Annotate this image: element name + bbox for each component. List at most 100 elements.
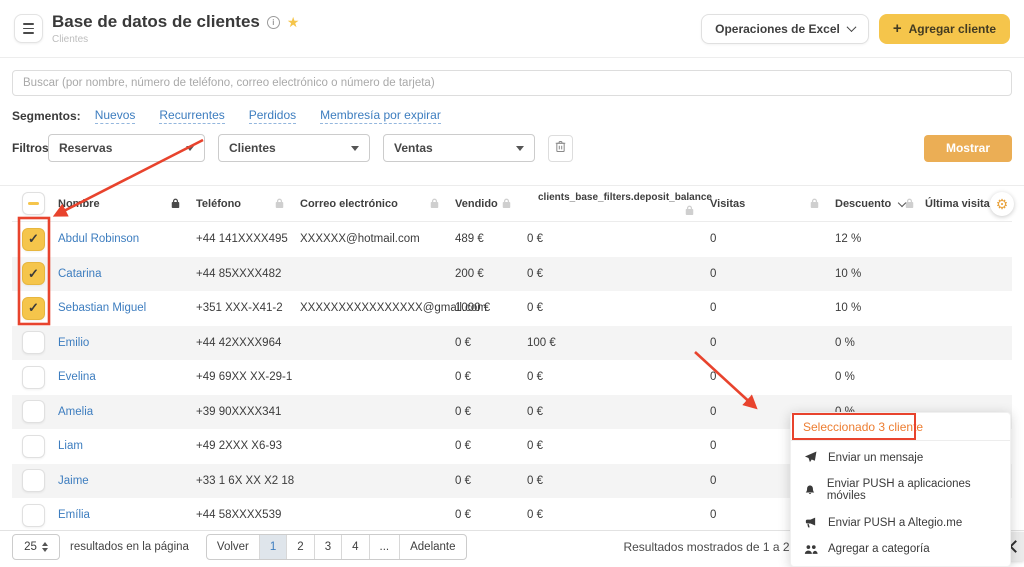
column-header-text: Vendido (455, 198, 498, 210)
client-visits: 0 (710, 233, 835, 245)
row-checkbox[interactable] (22, 297, 45, 320)
client-name-link[interactable]: Sebastian Miguel (58, 302, 146, 314)
row-checkbox[interactable] (22, 435, 45, 458)
table-row-evelina: Evelina+49 69XX XX-29-10 €0 €00 % (12, 360, 1012, 395)
client-sold: 0 € (455, 440, 527, 452)
hamburger-menu-button[interactable] (14, 14, 43, 43)
client-name-link[interactable]: Evelina (58, 371, 96, 383)
segments-label: Segmentos: (12, 109, 81, 123)
client-name-link[interactable]: Emilio (58, 337, 89, 349)
page-button-volver[interactable]: Volver (207, 535, 259, 559)
client-name-link[interactable]: Emília (58, 509, 90, 521)
bell-icon (803, 484, 817, 497)
client-name-link[interactable]: Catarina (58, 268, 101, 280)
client-name-link[interactable]: Abdul Robinson (58, 233, 139, 245)
client-deposit-balance: 0 € (527, 233, 710, 245)
column-header-descuento[interactable]: Descuento (835, 198, 925, 210)
column-header-text: Visitas (710, 198, 745, 210)
column-header-vendido[interactable]: Vendido (455, 198, 527, 210)
client-name-cell: Evelina (58, 371, 196, 383)
column-header-label: Teléfono (196, 198, 241, 210)
select-all-checkbox[interactable] (22, 192, 45, 215)
segment-link-recurrentes[interactable]: Recurrentes (159, 108, 224, 124)
clear-filters-button[interactable] (548, 135, 573, 162)
column-header-text: Teléfono (196, 198, 241, 210)
client-name-link[interactable]: Amelia (58, 406, 93, 418)
page-button-adelante[interactable]: Adelante (399, 535, 465, 559)
filter-dropdown-value: Reservas (59, 141, 112, 155)
show-button[interactable]: Mostrar (924, 135, 1012, 162)
page-button-1[interactable]: 1 (259, 535, 286, 559)
row-checkbox[interactable] (22, 400, 45, 423)
client-phone: +44 141XXXX495 (196, 233, 300, 245)
page-button-3[interactable]: 3 (314, 535, 341, 559)
menu-item-label: Enviar PUSH a aplicaciones móviles (827, 478, 998, 502)
client-phone: +44 58XXXX539 (196, 509, 300, 521)
client-name-cell: Amelia (58, 406, 196, 418)
segment-link-membres-a-por-expirar[interactable]: Membresía por expirar (320, 108, 441, 124)
page-button-2[interactable]: 2 (286, 535, 313, 559)
lock-icon (430, 198, 439, 209)
client-name-link[interactable]: Jaime (58, 475, 89, 487)
client-visits: 0 (710, 268, 835, 280)
row-checkbox[interactable] (22, 228, 45, 251)
column-header-tel-fono[interactable]: Teléfono (196, 198, 300, 210)
row-checkbox[interactable] (22, 262, 45, 285)
filter-dropdown-ventas[interactable]: Ventas (383, 134, 535, 162)
client-email: XXXXXX@hotmail.com (300, 233, 455, 245)
filter-dropdown-reservas[interactable]: Reservas (48, 134, 205, 162)
client-sold: 0 € (455, 371, 527, 383)
excel-operations-button[interactable]: Operaciones de Excel (701, 14, 869, 44)
menu-item-enviar-push-a-altegio-me[interactable]: Enviar PUSH a Altegio.me (791, 509, 1010, 536)
client-phone: +49 2XXX X6-93 (196, 440, 300, 452)
lock-icon (171, 198, 180, 209)
select-arrows-icon (42, 542, 48, 552)
column-header-correo-electr-nico[interactable]: Correo electrónico (300, 198, 455, 210)
column-header-text: Nombre (58, 198, 100, 210)
checkmark-icon (28, 301, 39, 315)
page-button-4[interactable]: 4 (341, 535, 368, 559)
pagination: Volver1234...Adelante (206, 534, 467, 560)
row-checkbox-cell (12, 366, 58, 389)
row-checkbox[interactable] (22, 331, 45, 354)
segment-link-perdidos[interactable]: Perdidos (249, 108, 296, 124)
filter-dropdown-value: Clientes (229, 141, 276, 155)
info-icon[interactable] (267, 16, 280, 29)
per-page-select[interactable]: 25 (12, 534, 60, 560)
row-checkbox[interactable] (22, 469, 45, 492)
client-name-cell: Emilio (58, 337, 196, 349)
column-header-label: Visitas (710, 198, 745, 210)
column-header-label: Última visita (925, 198, 990, 210)
favorite-star-icon[interactable] (287, 15, 300, 29)
column-header-clients-base-filters-deposit-balance[interactable]: clients_base_filters.deposit_balance (527, 192, 710, 216)
page-button-[interactable]: ... (369, 535, 400, 559)
client-name-cell: Liam (58, 440, 196, 452)
table-header-row: Nombre Teléfono Correo electrónicoVendido c… (12, 186, 1012, 222)
column-header-visitas[interactable]: Visitas (710, 198, 835, 210)
chevron-down-icon (846, 22, 856, 32)
row-checkbox[interactable] (22, 504, 45, 527)
row-checkbox-cell (12, 435, 58, 458)
client-name-cell: Emília (58, 509, 196, 521)
menu-item-label: Enviar un mensaje (828, 452, 923, 464)
table-settings-button[interactable] (990, 192, 1014, 216)
client-name-link[interactable]: Liam (58, 440, 83, 452)
menu-item-agregar-a-categor-a[interactable]: Agregar a categoría (791, 536, 1010, 562)
selected-count-label: Seleccionado 3 cliente (791, 413, 1010, 441)
lock-icon (685, 205, 694, 216)
client-visits: 0 (710, 337, 835, 349)
menu-item-enviar-un-mensaje[interactable]: Enviar un mensaje (791, 444, 1010, 471)
add-client-button[interactable]: Agregar cliente (879, 14, 1010, 44)
search-input[interactable] (12, 70, 1012, 96)
filters-list: Reservas Clientes Ventas (48, 134, 548, 162)
users-icon (803, 544, 818, 555)
filter-dropdown-clientes[interactable]: Clientes (218, 134, 370, 162)
row-checkbox[interactable] (22, 366, 45, 389)
menu-item-enviar-push-a-aplicaciones-m-viles[interactable]: Enviar PUSH a aplicaciones móviles (791, 471, 1010, 509)
megaphone-icon (803, 516, 818, 529)
column-header-nombre[interactable]: Nombre (58, 198, 196, 210)
segment-link-nuevos[interactable]: Nuevos (95, 108, 136, 124)
paper-plane-icon (803, 451, 818, 464)
popup-menu-items: Enviar un mensaje Enviar PUSH a aplicacio… (791, 444, 1010, 566)
client-sold: 0 € (455, 475, 527, 487)
